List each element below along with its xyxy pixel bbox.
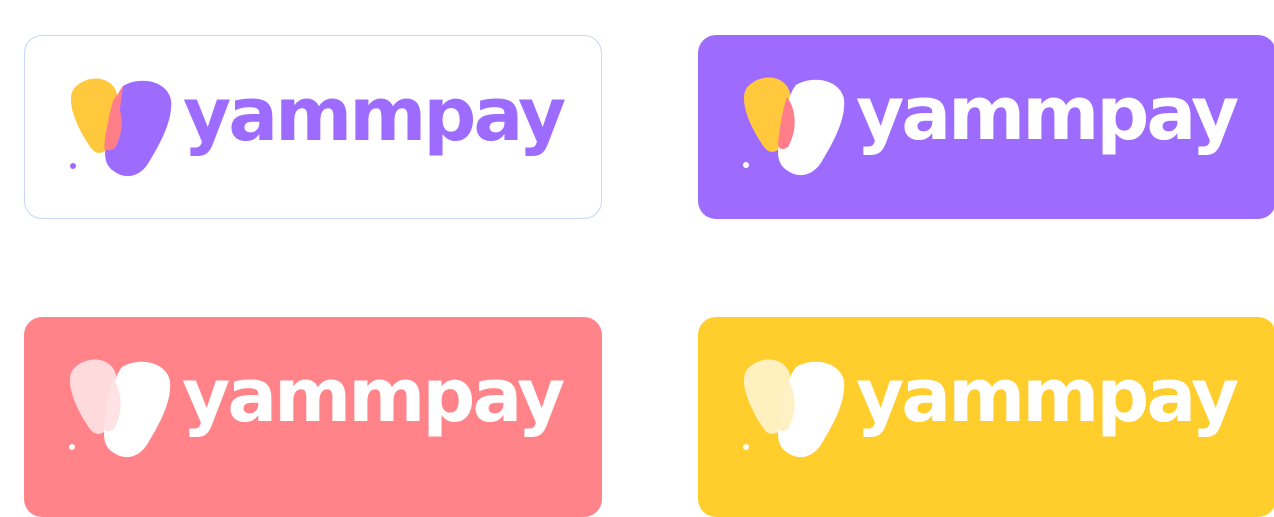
logo-tile-white: yammpay xyxy=(24,35,602,219)
logo-tile-purple: yammpay xyxy=(698,35,1274,219)
brand-wordmark: yammpay xyxy=(182,353,565,439)
yammpay-logo-icon xyxy=(69,359,171,458)
logo-tile-pink: yammpay xyxy=(24,317,602,517)
logo-tile-yellow: yammpay xyxy=(698,317,1274,517)
registered-mark-icon xyxy=(69,444,75,450)
registered-mark-icon xyxy=(70,163,76,169)
yammpay-logo-icon xyxy=(70,78,172,177)
registered-mark-icon xyxy=(743,162,749,168)
yammpay-logo-icon xyxy=(743,77,845,176)
brand-wordmark: yammpay xyxy=(856,353,1239,439)
brand-wordmark: yammpay xyxy=(856,71,1239,157)
yammpay-logo-icon xyxy=(743,359,845,458)
brand-wordmark: yammpay xyxy=(183,72,566,158)
registered-mark-icon xyxy=(743,444,749,450)
